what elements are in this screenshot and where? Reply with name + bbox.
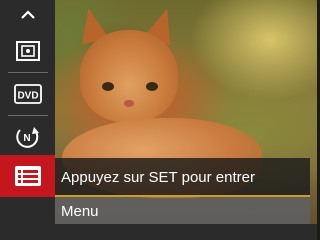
- cat-nose: [124, 100, 134, 107]
- svg-text:N: N: [23, 133, 30, 144]
- popup-highlight-line: [55, 195, 310, 197]
- camera-sidebar: DVD N: [0, 0, 55, 240]
- chevron-up-icon: [20, 10, 35, 19]
- popup-title: Appuyez sur SET pour entrer: [55, 158, 310, 196]
- popup-menu-option[interactable]: Menu: [55, 198, 310, 224]
- sidebar-item-dvd[interactable]: DVD: [0, 73, 55, 115]
- bottom-bar: [55, 224, 317, 240]
- cat-eye-left: [102, 82, 114, 91]
- dvd-icon: DVD: [13, 84, 42, 104]
- sidebar-item-menu[interactable]: [0, 155, 55, 197]
- sidebar-item-metering[interactable]: [0, 30, 55, 72]
- metering-icon: [15, 41, 40, 61]
- sidebar-item-flash[interactable]: N: [0, 116, 55, 158]
- cat-head: [80, 30, 178, 122]
- svg-text:DVD: DVD: [17, 91, 38, 102]
- cat-eye-right: [146, 82, 158, 91]
- menu-list-icon: [14, 166, 41, 186]
- sidebar-item-scroll-up[interactable]: [0, 0, 55, 30]
- flash-off-icon: N: [15, 127, 39, 148]
